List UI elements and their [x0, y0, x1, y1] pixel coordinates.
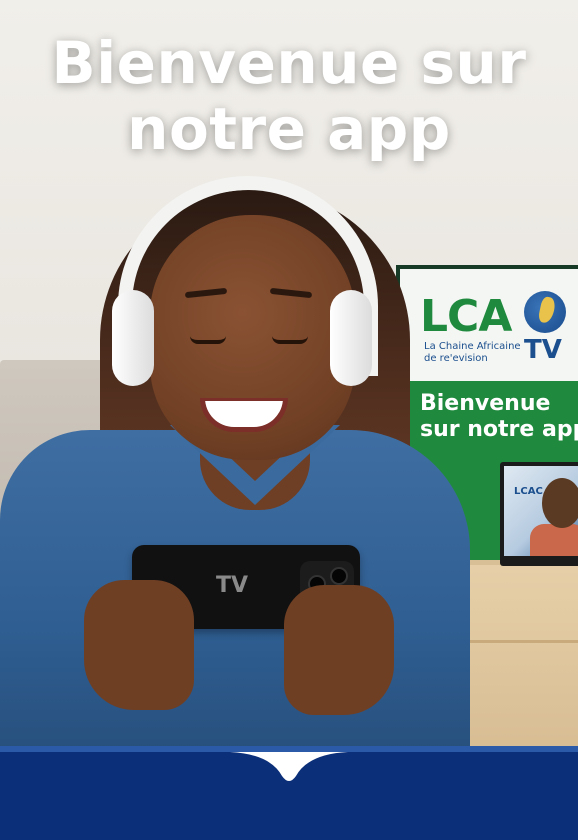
poster-logo-subtitle: La Chaine Africaine de re'evision: [424, 341, 521, 364]
right-headphone-cup: [330, 290, 372, 386]
phone-label: TV: [216, 573, 249, 598]
poster-logo-area: LCA TV La Chaine Africaine de re'evision: [400, 269, 578, 381]
left-hand: [84, 580, 194, 710]
headline-line-1: Bienvenue sur: [51, 29, 527, 97]
mini-tv: LCAC: [500, 462, 578, 566]
poster-message: Bienvenue sur notre app: [420, 391, 578, 442]
welcome-headline: Bienvenue sur notre app: [0, 30, 578, 162]
poster-logo-tv: TV: [524, 335, 562, 365]
presenter-face: [542, 478, 578, 528]
left-headphone-cup: [112, 290, 154, 386]
bottom-notch-icon: [230, 752, 348, 781]
poster-logo-text: LCA: [420, 291, 512, 342]
right-hand: [284, 585, 394, 715]
globe-icon: [524, 291, 566, 333]
shelf-divider: [462, 640, 578, 643]
mini-tv-screen: LCAC: [504, 466, 578, 556]
presenter-body: [530, 524, 578, 556]
shelf: [462, 565, 578, 752]
mini-tv-logo: LCAC: [514, 486, 543, 497]
headline-line-2: notre app: [127, 95, 451, 163]
